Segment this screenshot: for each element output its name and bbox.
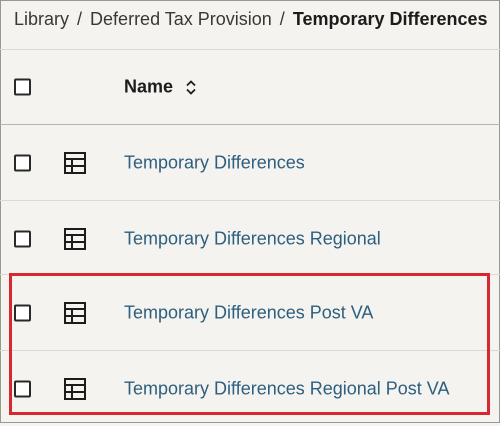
breadcrumb: Library / Deferred Tax Provision / Tempo…: [14, 9, 488, 30]
row-name-link[interactable]: Temporary Differences Regional: [124, 228, 381, 249]
sort-icon[interactable]: [185, 79, 197, 95]
row-name-link[interactable]: Temporary Differences Post VA: [124, 302, 373, 323]
table-row: Temporary Differences Post VA: [0, 274, 500, 350]
name-header-label: Name: [124, 76, 174, 97]
breadcrumb-deferred-tax-provision[interactable]: Deferred Tax Provision: [90, 9, 272, 30]
select-all-checkbox[interactable]: [14, 78, 31, 96]
table-header-row: Name: [0, 49, 500, 125]
breadcrumb-separator: /: [77, 9, 83, 29]
table-row: Temporary Differences: [0, 125, 500, 201]
row-checkbox[interactable]: [14, 154, 31, 172]
table-icon: [64, 152, 86, 174]
table-icon: [64, 227, 86, 250]
table-row: Temporary Differences Regional Post VA: [0, 350, 500, 426]
name-column-header[interactable]: Name: [124, 77, 197, 98]
breadcrumb-current: Temporary Differences: [292, 9, 488, 29]
table-row: Temporary Differences Regional: [0, 200, 500, 276]
row-name-link[interactable]: Temporary Differences Regional Post VA: [124, 378, 450, 399]
row-checkbox[interactable]: [14, 230, 31, 247]
row-name-link[interactable]: Temporary Differences: [124, 153, 305, 174]
row-checkbox[interactable]: [14, 304, 31, 321]
breadcrumb-library[interactable]: Library: [14, 9, 69, 30]
row-checkbox[interactable]: [14, 380, 31, 397]
table-icon: [64, 301, 86, 324]
breadcrumb-separator: /: [279, 9, 285, 29]
table-icon: [64, 377, 86, 400]
